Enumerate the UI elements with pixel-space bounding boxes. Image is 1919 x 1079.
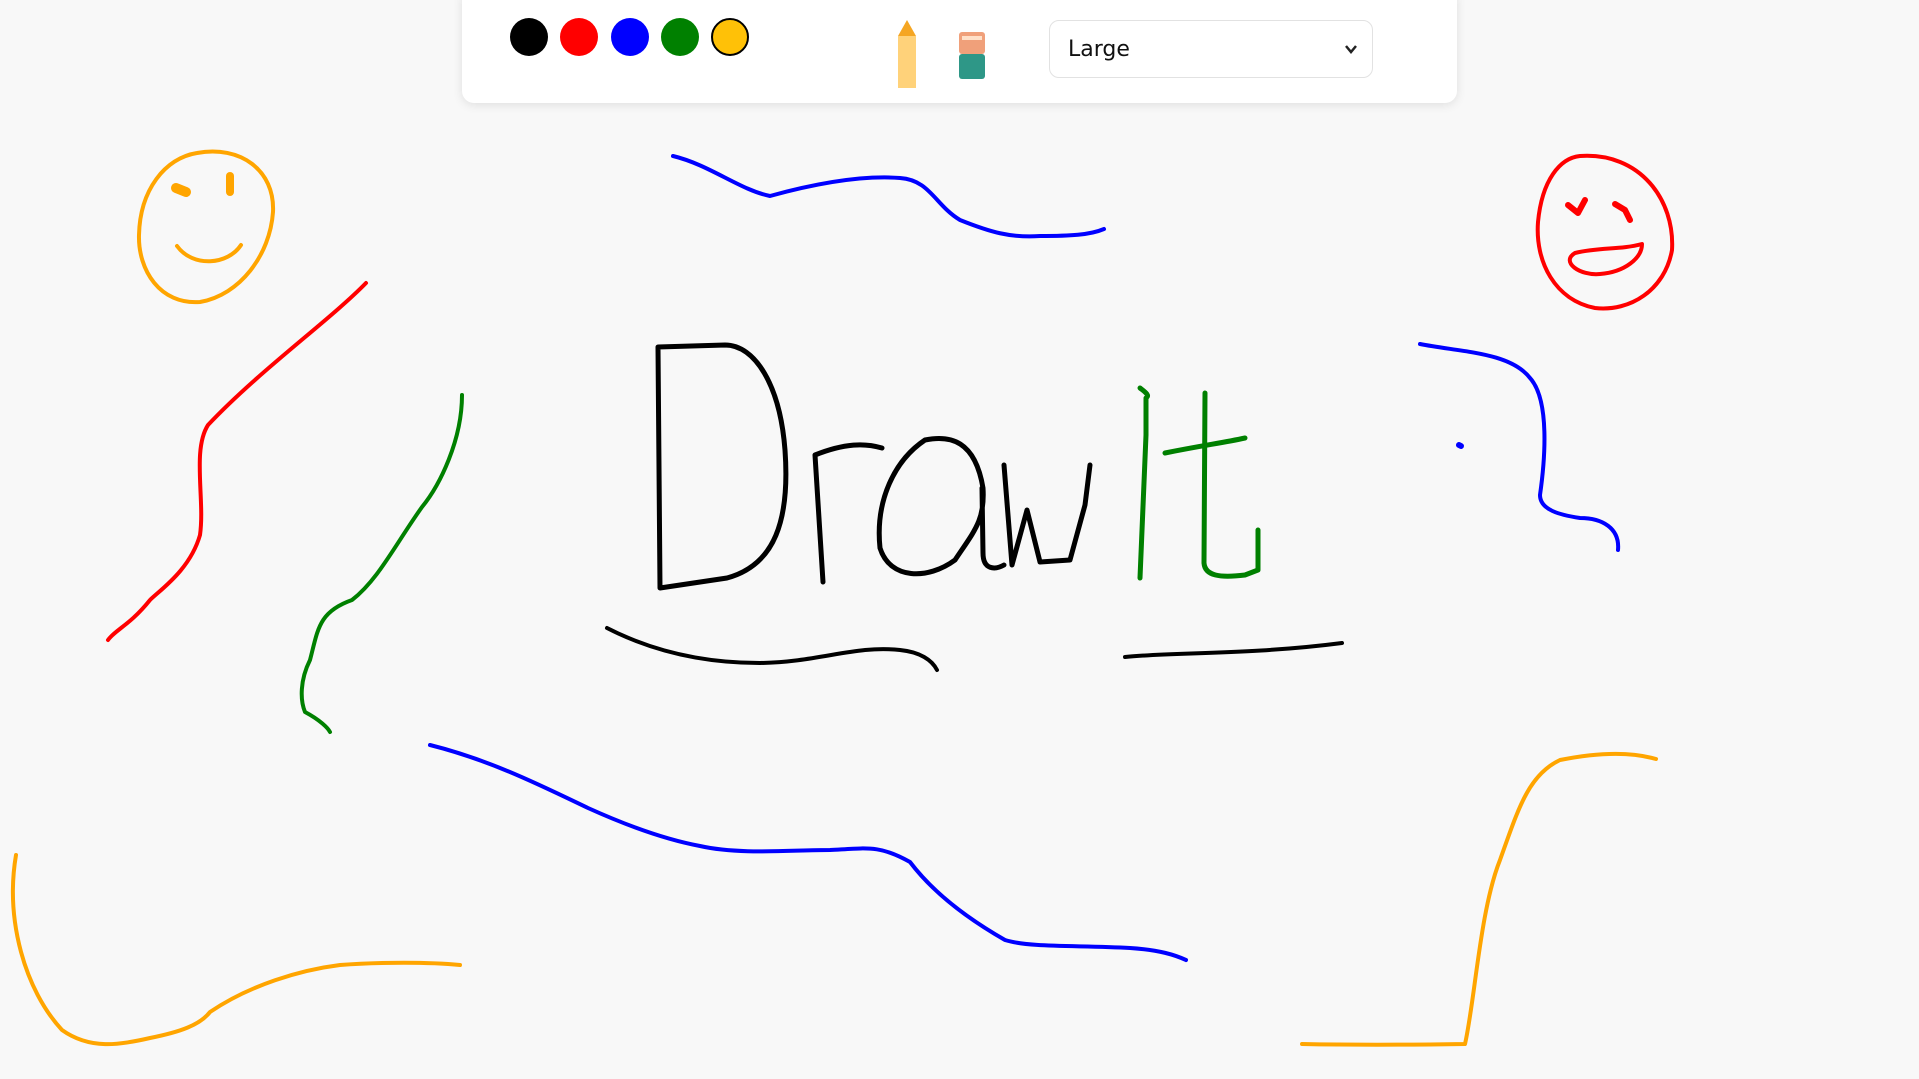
letter-i xyxy=(1137,385,1150,581)
red-face-mouth xyxy=(1567,242,1644,277)
stroke-green-left xyxy=(299,393,464,734)
red-face-outline xyxy=(1535,153,1675,311)
stroke-red-left xyxy=(106,281,368,642)
stroke-blue-bottom xyxy=(428,743,1188,962)
stroke-blue-dot xyxy=(1456,442,1464,449)
red-face-left-eye xyxy=(1565,197,1588,216)
underline-it xyxy=(1123,641,1344,659)
letter-r xyxy=(812,442,885,585)
letter-a xyxy=(876,435,1007,577)
letter-t xyxy=(1162,390,1261,579)
stroke-blue-right xyxy=(1418,342,1621,552)
red-face-right-eye xyxy=(1612,201,1633,223)
drawing-canvas[interactable] xyxy=(0,0,1919,1079)
smiley-mouth xyxy=(175,243,243,264)
letter-D xyxy=(655,342,789,591)
red-face-drawing xyxy=(1535,153,1675,311)
letter-w xyxy=(1001,462,1093,568)
stroke-orange-bottom-left xyxy=(11,853,462,1047)
smiley-face-drawing xyxy=(136,149,276,305)
stroke-blue-top xyxy=(671,154,1106,239)
smiley-left-eye xyxy=(171,183,191,197)
drawit-handwriting xyxy=(605,342,1344,672)
underline-draw xyxy=(605,626,939,672)
stroke-orange-bottom-right xyxy=(1300,751,1658,1047)
smiley-face-outline xyxy=(136,149,276,305)
